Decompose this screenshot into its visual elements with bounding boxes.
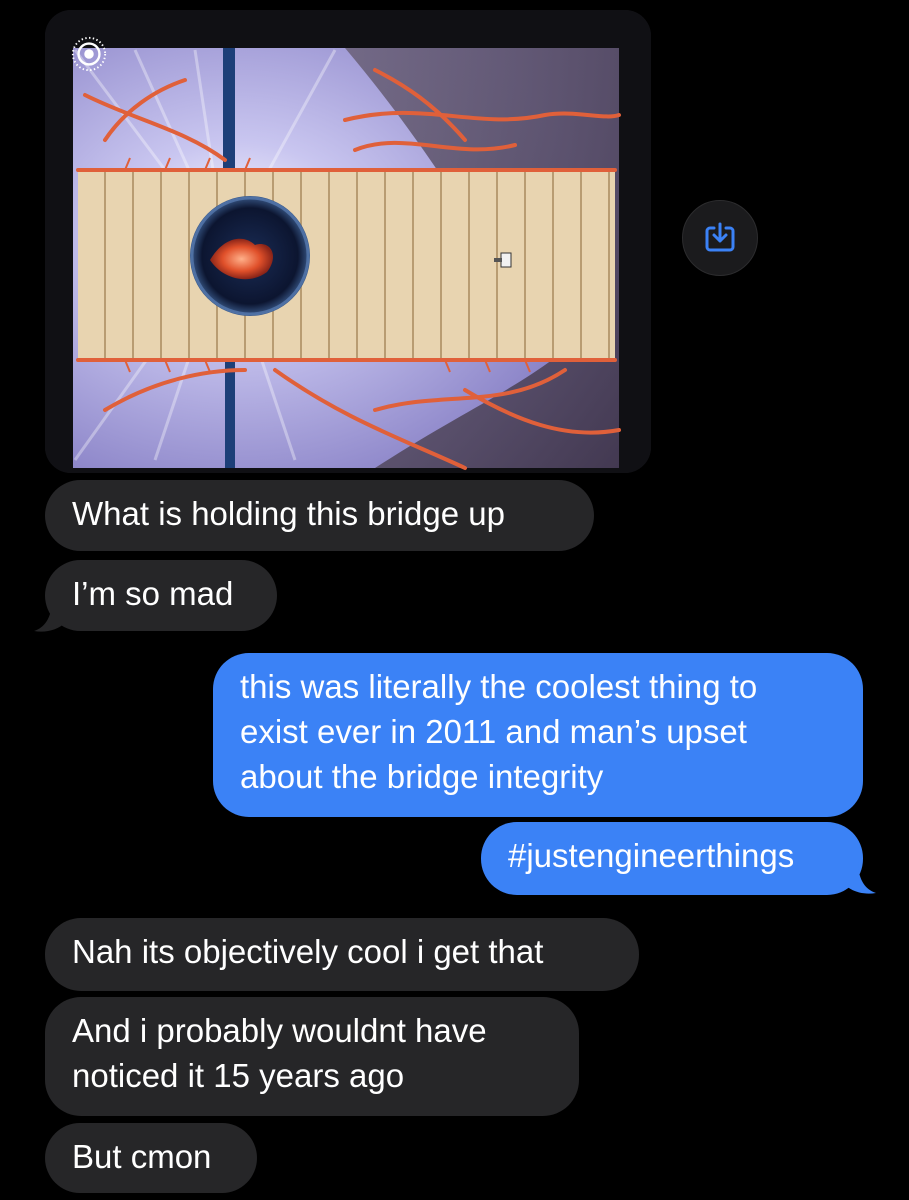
outgoing-message[interactable]: #justengineerthings xyxy=(481,822,863,895)
save-image-button[interactable] xyxy=(682,200,758,276)
outgoing-bubble-tail xyxy=(844,862,876,894)
download-to-photos-icon xyxy=(705,222,735,252)
incoming-bubble-tail xyxy=(34,600,66,632)
message-line: this was literally the coolest thing to xyxy=(240,668,758,705)
message-line: exist ever in 2011 and man’s upset xyxy=(240,713,747,750)
incoming-message[interactable]: And i probably wouldnt have noticed it 1… xyxy=(45,997,579,1116)
incoming-message[interactable]: But cmon xyxy=(45,1123,257,1193)
image-message[interactable] xyxy=(45,10,651,473)
message-line: about the bridge integrity xyxy=(240,758,604,795)
incoming-message[interactable]: What is holding this bridge up xyxy=(45,480,594,551)
bridge-screenshot-image xyxy=(45,10,651,473)
incoming-message[interactable]: Nah its objectively cool i get that xyxy=(45,918,639,991)
outgoing-message[interactable]: this was literally the coolest thing to … xyxy=(213,653,863,817)
incoming-message[interactable]: I’m so mad xyxy=(45,560,277,631)
message-line: And i probably wouldnt have xyxy=(72,1012,487,1049)
live-photo-icon[interactable] xyxy=(70,35,108,73)
message-text: Nah its objectively cool i get that xyxy=(72,933,544,970)
message-text: #justengineerthings xyxy=(508,837,795,874)
message-line: noticed it 15 years ago xyxy=(72,1057,405,1094)
message-text: What is holding this bridge up xyxy=(72,495,505,532)
message-text: But cmon xyxy=(72,1138,212,1175)
message-text: I’m so mad xyxy=(72,575,234,612)
